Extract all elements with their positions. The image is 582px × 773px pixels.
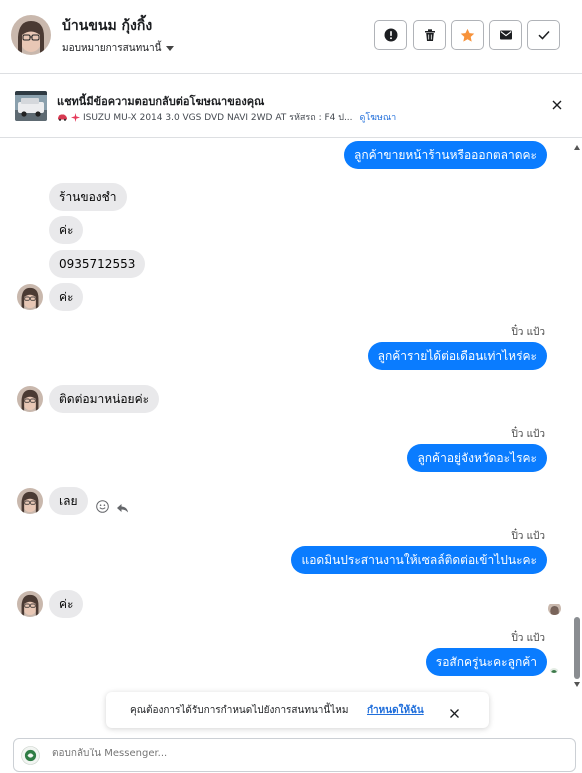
reply-icon xyxy=(117,504,128,513)
delete-button[interactable] xyxy=(413,20,446,50)
view-ad-link[interactable]: ดูโฆษณา xyxy=(360,110,397,124)
message-outgoing[interactable]: ลูกค้าขายหน้าร้านหรือออกตลาดคะ xyxy=(344,141,547,169)
car-icon xyxy=(58,114,67,121)
reply-button[interactable] xyxy=(116,499,129,518)
contact-name[interactable]: บ้านขนม กุ้งกิ้ง xyxy=(62,15,152,37)
message-outgoing[interactable]: ลูกค้ารายได้ต่อเดือนเท่าไหร่คะ xyxy=(367,342,547,370)
envelope-icon xyxy=(499,30,512,40)
close-icon xyxy=(552,100,562,110)
star-button[interactable] xyxy=(451,20,484,50)
close-banner-button[interactable] xyxy=(550,97,564,111)
conversation-header: บ้านขนม กุ้งกิ้ง มอบหมายการสนทนานี้ xyxy=(0,0,582,74)
thread-scrollbar[interactable] xyxy=(572,141,582,694)
assign-to-me-link[interactable]: กำหนดให้ฉัน xyxy=(367,703,424,718)
contact-avatar xyxy=(17,488,43,514)
message-input[interactable] xyxy=(52,748,532,759)
seen-receipt-avatar xyxy=(548,602,561,615)
sender-name: ปิ๋ว แป้ว xyxy=(511,633,545,644)
ad-banner-title: แชทนี้มีข้อความตอบกลับต่อโฆษณาของคุณ xyxy=(57,95,265,108)
sender-name: ปิ๋ว แป้ว xyxy=(511,531,545,542)
message-outgoing[interactable]: รอสักครู่นะคะลูกค้า xyxy=(425,648,547,676)
close-icon xyxy=(450,709,459,718)
assign-prompt-toast: คุณต้องการได้รับการกำหนดไปยังการสนทนานี้… xyxy=(106,692,489,728)
assign-prompt-text: คุณต้องการได้รับการกำหนดไปยังการสนทนานี้… xyxy=(130,705,349,716)
assign-conversation-dropdown[interactable]: มอบหมายการสนทนานี้ xyxy=(62,41,175,56)
message-thread[interactable]: ลูกค้าขายหน้าร้านหรือออกตลาดคะ ร้านของชำ… xyxy=(0,139,570,692)
message-incoming[interactable]: ค่ะ xyxy=(49,283,84,311)
mark-done-button[interactable] xyxy=(527,20,560,50)
contact-avatar xyxy=(17,284,43,310)
assign-label: มอบหมายการสนทนานี้ xyxy=(62,43,162,54)
message-incoming[interactable]: ค่ะ xyxy=(49,590,84,618)
message-incoming[interactable]: ติดต่อมาหน่อยค่ะ xyxy=(49,385,160,413)
exclamation-icon xyxy=(384,28,397,42)
check-icon xyxy=(537,30,550,40)
message-outgoing[interactable]: ลูกค้าอยู่จังหวัดอะไรคะ xyxy=(407,444,547,472)
caret-down-icon xyxy=(166,46,175,51)
dismiss-toast-button[interactable] xyxy=(449,704,460,723)
sender-name: ปิ๋ว แป้ว xyxy=(511,429,545,440)
message-incoming[interactable]: ร้านของชำ xyxy=(49,183,127,211)
message-outgoing[interactable]: แอดมินประสานงานให้เซลล์ติดต่อเข้าไปนะคะ xyxy=(291,546,547,574)
ad-reply-banner: แชทนี้มีข้อความตอบกลับต่อโฆษณาของคุณ ISU… xyxy=(0,75,582,138)
ad-thumbnail[interactable] xyxy=(15,91,47,121)
contact-avatar[interactable] xyxy=(11,15,51,55)
smiley-icon xyxy=(96,500,109,513)
message-incoming[interactable]: เลย xyxy=(49,487,88,515)
page-avatar-icon xyxy=(21,746,40,769)
message-incoming[interactable]: ค่ะ xyxy=(49,216,84,244)
contact-avatar xyxy=(17,591,43,617)
mark-spam-button[interactable] xyxy=(374,20,407,50)
page-seen-icon xyxy=(549,663,559,673)
ad-banner-subtitle: ISUZU MU-X 2014 3.0 VGS DVD NAVI 2WD AT … xyxy=(83,113,353,123)
reply-composer xyxy=(13,738,576,772)
trash-icon xyxy=(424,29,435,41)
message-incoming[interactable]: 0935712553 xyxy=(49,250,146,278)
sender-name: ปิ๋ว แป้ว xyxy=(511,327,545,338)
sparkle-icon xyxy=(71,112,80,122)
react-emoji-button[interactable] xyxy=(96,498,109,517)
contact-avatar xyxy=(17,386,43,412)
star-icon xyxy=(460,28,475,42)
mark-unread-button[interactable] xyxy=(489,20,522,50)
ad-banner-subtitle-row: ISUZU MU-X 2014 3.0 VGS DVD NAVI 2WD AT … xyxy=(57,110,396,124)
